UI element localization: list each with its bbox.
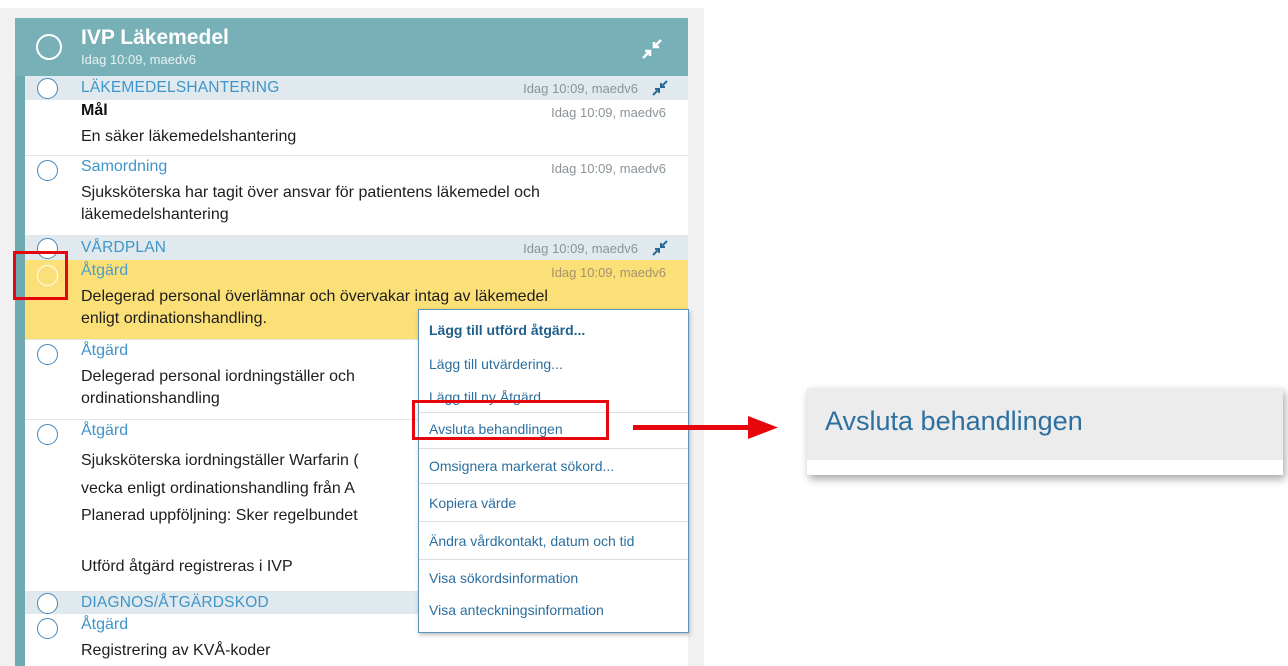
context-menu: Lägg till utförd åtgärd... Lägg till utv…	[418, 309, 689, 633]
menu-separator	[419, 559, 688, 560]
menu-separator	[419, 483, 688, 484]
menu-separator	[419, 448, 688, 449]
select-circle[interactable]	[37, 593, 58, 614]
menu-item-show-keyword-info[interactable]: Visa sökordsinformation	[429, 570, 578, 586]
item-meta: Idag 10:09, maedv6	[551, 265, 666, 280]
menu-item-resign-keyword[interactable]: Omsignera markerat sökord...	[429, 458, 614, 474]
menu-item-add-evaluation[interactable]: Lägg till utvärdering...	[429, 356, 563, 372]
menu-separator	[419, 521, 688, 522]
annotation-box-circle	[13, 251, 68, 300]
item-text-line2: läkemedelshantering	[81, 206, 229, 223]
section-lakemedelshantering[interactable]: LÄKEMEDELSHANTERING Idag 10:09, maedv6	[25, 76, 688, 100]
section-meta: Idag 10:09, maedv6	[523, 81, 638, 96]
section-label: DIAGNOS/ÅTGÄRDSKOD	[81, 594, 269, 611]
item-text-line1: Delegerad personal överlämnar och överva…	[81, 288, 548, 305]
select-circle[interactable]	[37, 424, 58, 445]
item-meta: Idag 10:09, maedv6	[551, 161, 666, 176]
section-label: VÅRDPLAN	[81, 239, 167, 256]
menu-item-change-contact-date-time[interactable]: Ändra vårdkontakt, datum och tid	[429, 533, 634, 549]
section-vardplan[interactable]: VÅRDPLAN Idag 10:09, maedv6	[25, 236, 688, 260]
select-circle[interactable]	[37, 618, 58, 639]
item-text: En säker läkemedelshantering	[81, 128, 297, 145]
collapse-icon[interactable]	[652, 240, 668, 256]
menu-item-add-performed-action[interactable]: Lägg till utförd åtgärd...	[429, 322, 585, 338]
item-title: Mål	[81, 102, 108, 119]
item-label[interactable]: Åtgärd	[81, 422, 128, 440]
zoom-callout: Avsluta behandlingen	[807, 388, 1283, 475]
item-meta: Idag 10:09, maedv6	[551, 105, 666, 120]
item-label[interactable]: Samordning	[81, 158, 167, 176]
header-select-circle[interactable]	[36, 34, 62, 60]
panel-title: IVP Läkemedel	[81, 26, 229, 49]
item-text-line1: Sjuksköterska har tagit över ansvar för …	[81, 184, 540, 201]
item-text: Registrering av KVÅ-koder	[81, 642, 271, 659]
section-meta: Idag 10:09, maedv6	[523, 241, 638, 256]
arrow-right-icon	[633, 416, 778, 439]
annotation-box-menu-item	[412, 400, 609, 440]
item-label[interactable]: Åtgärd	[81, 342, 128, 360]
item-label[interactable]: Åtgärd	[81, 616, 128, 634]
collapse-icon[interactable]	[641, 38, 663, 60]
select-circle[interactable]	[37, 344, 58, 365]
select-circle[interactable]	[37, 78, 58, 99]
list-item-mal[interactable]: Mål Idag 10:09, maedv6 En säker läkemede…	[25, 100, 688, 156]
collapse-icon[interactable]	[652, 80, 668, 96]
zoom-callout-label: Avsluta behandlingen	[825, 406, 1083, 436]
panel-header[interactable]: IVP Läkemedel Idag 10:09, maedv6	[15, 18, 688, 76]
section-label: LÄKEMEDELSHANTERING	[81, 79, 280, 96]
menu-item-copy-value[interactable]: Kopiera värde	[429, 495, 516, 511]
list-item-samordning[interactable]: Samordning Idag 10:09, maedv6 Sjuksköter…	[25, 156, 688, 236]
item-label[interactable]: Åtgärd	[81, 262, 128, 280]
menu-item-show-note-info[interactable]: Visa anteckningsinformation	[429, 602, 604, 618]
panel-subtitle: Idag 10:09, maedv6	[81, 52, 196, 67]
select-circle[interactable]	[37, 160, 58, 181]
